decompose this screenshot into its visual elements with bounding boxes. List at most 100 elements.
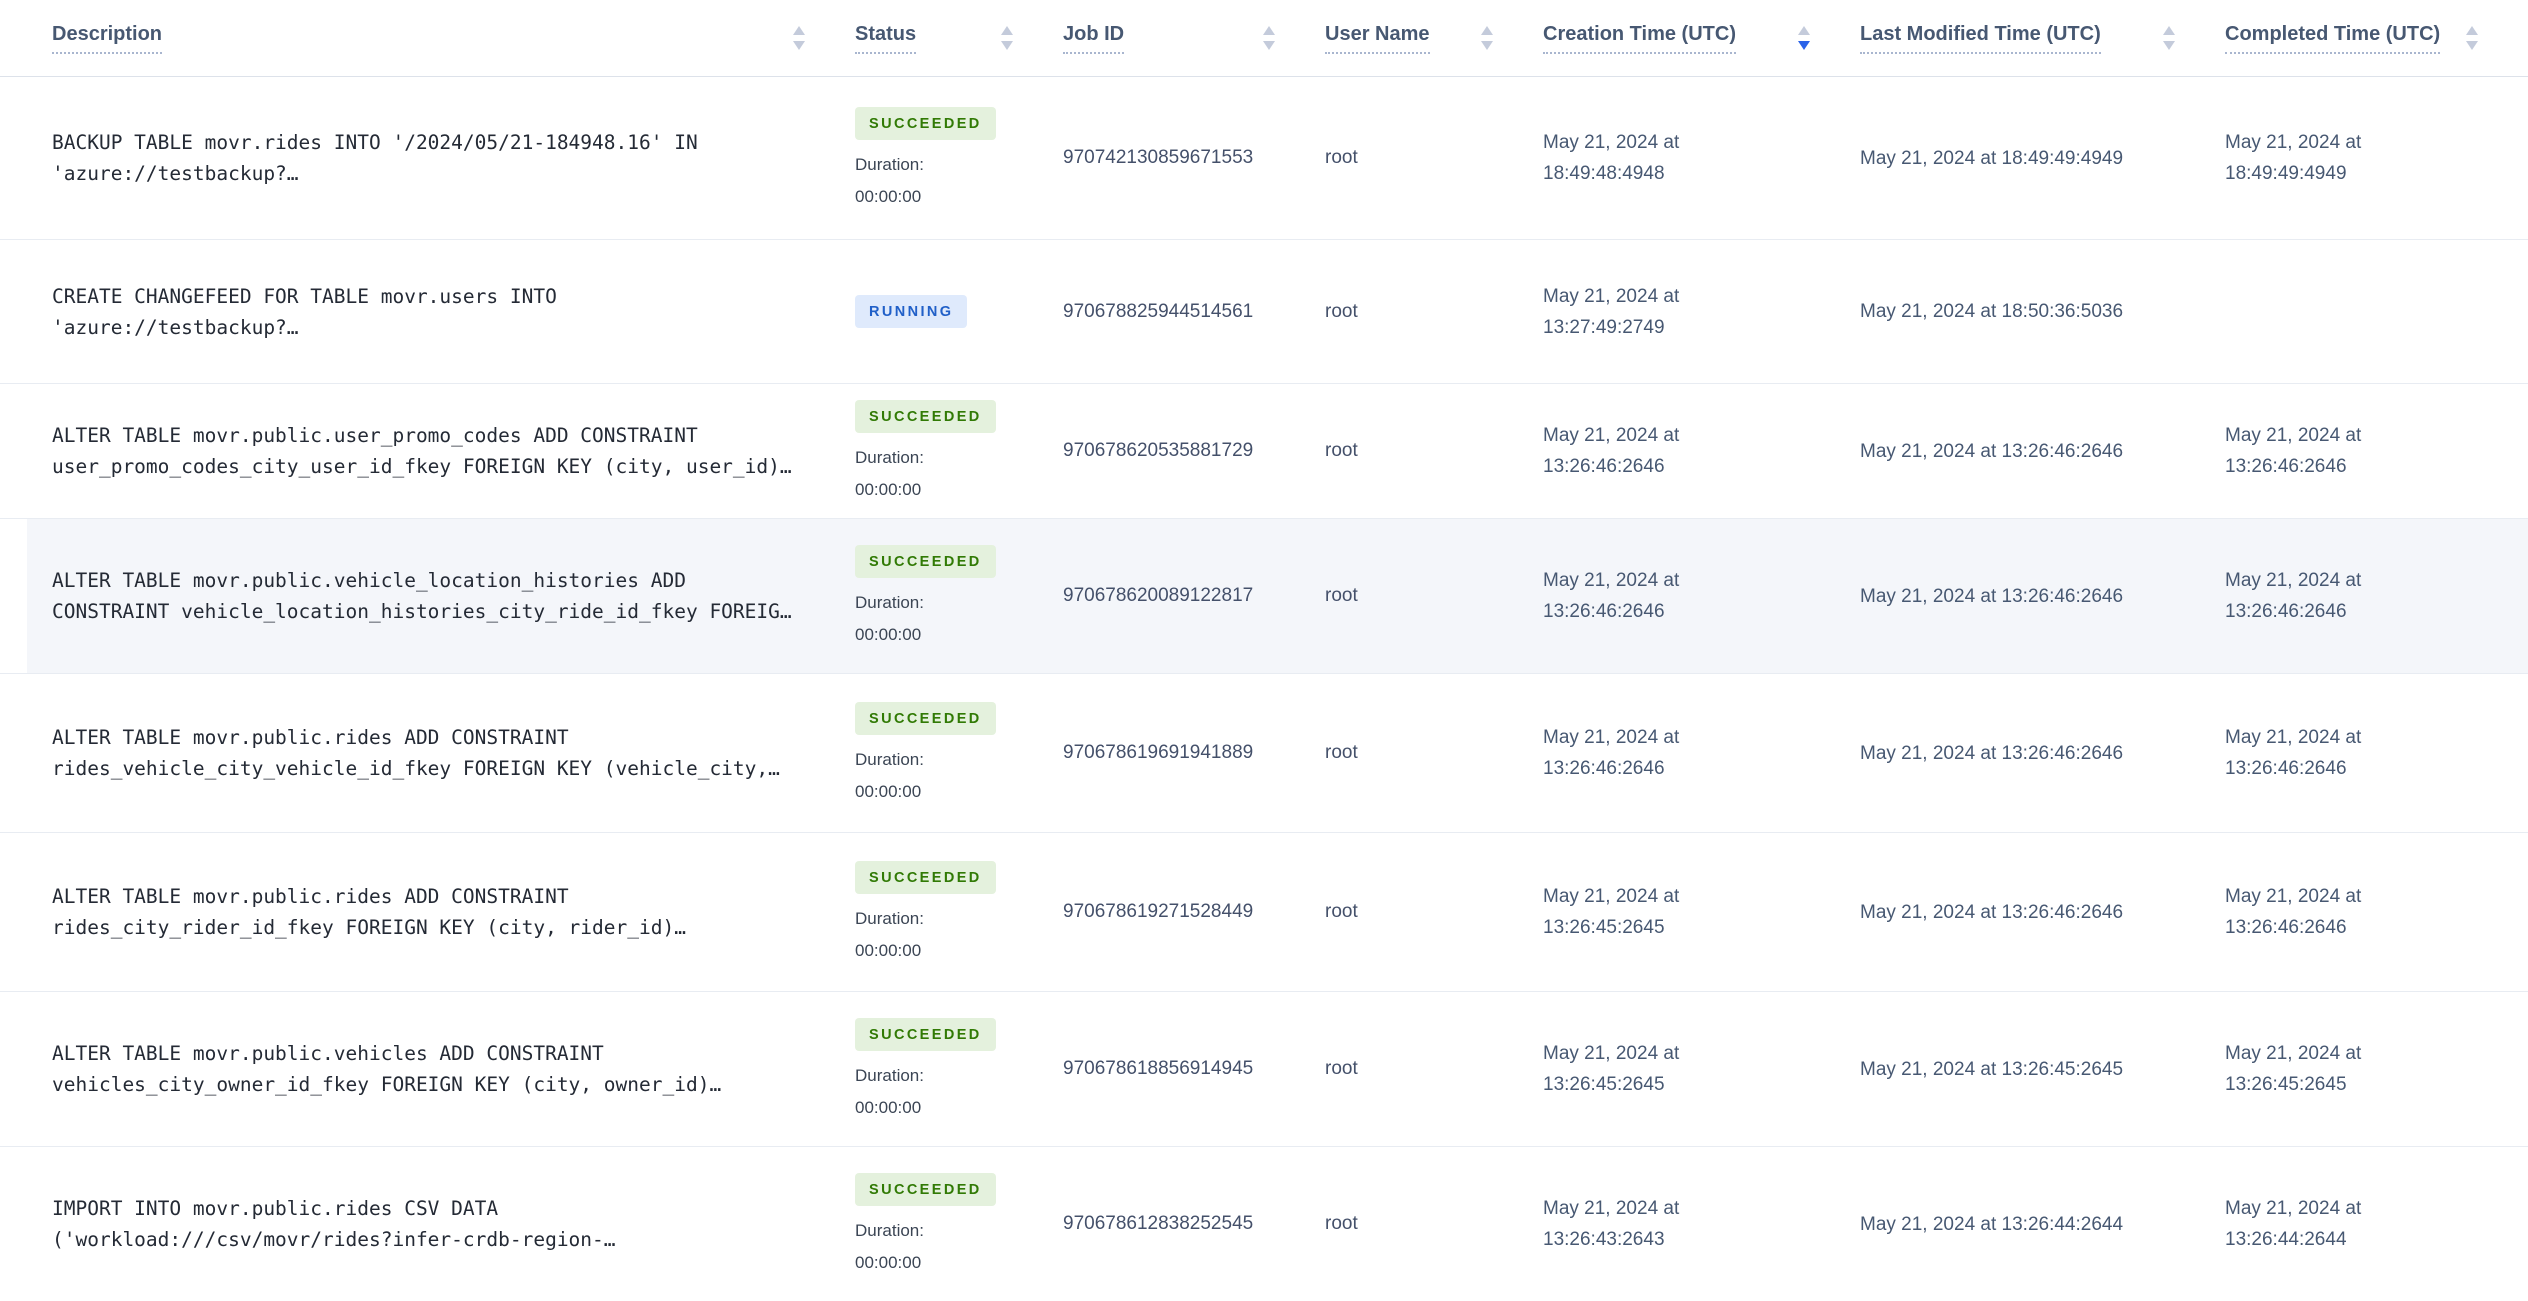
user-name-cell: root [1325, 1213, 1543, 1235]
column-header[interactable]: User Name [1325, 23, 1543, 54]
sort-arrows-icon[interactable] [2464, 24, 2480, 52]
completed-time-value: May 21, 2024 at 13:26:46:2646 [2225, 425, 2362, 477]
last-modified-time-value: May 21, 2024 at 18:49:49:4949 [1860, 147, 2124, 169]
creation-time-value: May 21, 2024 at 13:26:46:2646 [1543, 425, 1680, 477]
jobs-table: Description Status Job ID User Name Crea… [0, 0, 2528, 1301]
sort-arrows-icon[interactable] [1261, 24, 1277, 52]
duration-value: 00:00:00 [855, 782, 922, 802]
sort-arrows-icon[interactable] [999, 24, 1015, 52]
last-modified-time-cell: May 21, 2024 at 13:26:46:2646 [1860, 897, 2225, 928]
user-name-cell: root [1325, 742, 1543, 764]
job-id-value: 970678825944514561 [1063, 300, 1254, 322]
column-header-label: Description [52, 23, 163, 54]
job-description-text: CREATE CHANGEFEED FOR TABLE movr.users I… [52, 284, 557, 339]
job-description-text: IMPORT INTO movr.public.rides CSV DATA (… [52, 1197, 616, 1251]
job-id-cell: 970678619691941889 [1063, 742, 1325, 764]
table-row: IMPORT INTO movr.public.rides CSV DATA (… [0, 1147, 2528, 1301]
creation-time-value: May 21, 2024 at 13:26:46:2646 [1543, 570, 1680, 622]
job-description-link[interactable]: ALTER TABLE movr.public.vehicles ADD CON… [0, 1038, 855, 1100]
column-header[interactable]: Last Modified Time (UTC) [1860, 23, 2225, 54]
creation-time-cell: May 21, 2024 at 13:26:46:2646 [1543, 565, 1860, 627]
completed-time-cell: May 21, 2024 at 13:26:45:2645 [2225, 1038, 2528, 1100]
column-header[interactable]: Status [855, 23, 1063, 54]
job-description-link[interactable]: BACKUP TABLE movr.rides INTO '/2024/05/2… [0, 127, 855, 189]
user-name-cell: root [1325, 301, 1543, 323]
last-modified-time-cell: May 21, 2024 at 13:26:46:2646 [1860, 436, 2225, 467]
column-header[interactable]: Creation Time (UTC) [1543, 23, 1860, 54]
column-header-label: Last Modified Time (UTC) [1860, 23, 2101, 54]
job-description-link[interactable]: ALTER TABLE movr.public.vehicle_location… [0, 565, 855, 627]
user-name-cell: root [1325, 440, 1543, 462]
user-name-value: root [1325, 440, 1358, 461]
completed-time-cell: May 21, 2024 at 13:26:46:2646 [2225, 881, 2528, 943]
last-modified-time-value: May 21, 2024 at 18:50:36:5036 [1860, 301, 2124, 322]
column-header-label: Status [855, 23, 917, 54]
job-id-cell: 970678620535881729 [1063, 440, 1325, 462]
completed-time-value: May 21, 2024 at 13:26:45:2645 [2225, 1043, 2362, 1095]
duration-value: 00:00:00 [855, 1253, 922, 1273]
job-description-link[interactable]: ALTER TABLE movr.public.rides ADD CONSTR… [0, 881, 855, 943]
job-id-value: 970742130859671553 [1063, 147, 1254, 168]
table-row: ALTER TABLE movr.public.vehicles ADD CON… [0, 992, 2528, 1147]
duration-label: Duration: [855, 909, 924, 929]
job-id-value: 970678618856914945 [1063, 1058, 1254, 1079]
status-badge: SUCCEEDED [855, 701, 996, 736]
status-cell: SUCCEEDED Duration: 00:00:00 [855, 860, 1063, 963]
user-name-cell: root [1325, 585, 1543, 607]
table-row: BACKUP TABLE movr.rides INTO '/2024/05/2… [0, 77, 2528, 240]
job-description-link[interactable]: ALTER TABLE movr.public.user_promo_codes… [0, 420, 855, 482]
duration-label: Duration: [855, 593, 924, 613]
sort-arrows-icon[interactable] [1479, 24, 1495, 52]
creation-time-cell: May 21, 2024 at 13:26:45:2645 [1543, 1038, 1860, 1100]
job-description-link[interactable]: IMPORT INTO movr.public.rides CSV DATA (… [0, 1193, 855, 1255]
job-description-text: ALTER TABLE movr.public.vehicles ADD CON… [52, 1042, 722, 1096]
last-modified-time-cell: May 21, 2024 at 13:26:44:2644 [1860, 1209, 2225, 1240]
job-id-value: 970678620089122817 [1063, 585, 1254, 606]
status-cell: SUCCEEDED Duration: 00:00:00 [855, 544, 1063, 647]
duration-value: 00:00:00 [855, 480, 922, 500]
creation-time-cell: May 21, 2024 at 13:26:45:2645 [1543, 881, 1860, 943]
completed-time-cell: May 21, 2024 at 13:26:46:2646 [2225, 565, 2528, 627]
sort-arrows-icon[interactable] [791, 24, 807, 52]
table-row: ALTER TABLE movr.public.rides ADD CONSTR… [0, 674, 2528, 833]
creation-time-value: May 21, 2024 at 18:49:48:4948 [1543, 132, 1680, 184]
completed-time-cell: May 21, 2024 at 13:26:46:2646 [2225, 420, 2528, 482]
creation-time-cell: May 21, 2024 at 13:26:46:2646 [1543, 420, 1860, 482]
job-description-text: ALTER TABLE movr.public.rides ADD CONSTR… [52, 885, 686, 939]
job-description-link[interactable]: ALTER TABLE movr.public.rides ADD CONSTR… [0, 722, 855, 784]
duration-label: Duration: [855, 1066, 924, 1086]
column-header-label: Job ID [1063, 23, 1125, 54]
creation-time-value: May 21, 2024 at 13:26:45:2645 [1543, 1043, 1680, 1095]
creation-time-cell: May 21, 2024 at 18:49:48:4948 [1543, 127, 1860, 189]
job-id-value: 970678619691941889 [1063, 742, 1254, 763]
job-id-cell: 970678612838252545 [1063, 1213, 1325, 1235]
completed-time-value: May 21, 2024 at 13:26:46:2646 [2225, 570, 2362, 622]
duration-value: 00:00:00 [855, 1098, 922, 1118]
column-header[interactable]: Completed Time (UTC) [2225, 23, 2528, 54]
job-description-text: ALTER TABLE movr.public.vehicle_location… [52, 569, 792, 623]
job-id-cell: 970678825944514561 [1063, 301, 1325, 323]
completed-time-value: May 21, 2024 at 18:49:49:4949 [2225, 132, 2362, 184]
completed-time-value: May 21, 2024 at 13:26:44:2644 [2225, 1198, 2362, 1250]
table-row: ALTER TABLE movr.public.rides ADD CONSTR… [0, 833, 2528, 992]
duration-block: Duration: 00:00:00 [855, 152, 1063, 209]
user-name-value: root [1325, 1213, 1358, 1234]
job-id-cell: 970678619271528449 [1063, 901, 1325, 923]
sort-arrows-icon[interactable] [2161, 24, 2177, 52]
last-modified-time-cell: May 21, 2024 at 13:26:46:2646 [1860, 581, 2225, 612]
status-badge: SUCCEEDED [855, 544, 996, 579]
job-description-text: BACKUP TABLE movr.rides INTO '/2024/05/2… [52, 131, 698, 185]
status-badge: SUCCEEDED [855, 860, 996, 895]
creation-time-cell: May 21, 2024 at 13:26:43:2643 [1543, 1193, 1860, 1255]
sort-arrows-icon[interactable] [1796, 24, 1812, 52]
job-description-link[interactable]: CREATE CHANGEFEED FOR TABLE movr.users I… [0, 281, 855, 343]
completed-time-cell: May 21, 2024 at 13:26:44:2644 [2225, 1193, 2528, 1255]
status-badge: SUCCEEDED [855, 399, 996, 434]
last-modified-time-cell: May 21, 2024 at 13:26:46:2646 [1860, 738, 2225, 769]
column-header[interactable]: Description [0, 23, 855, 54]
table-row: ALTER TABLE movr.public.user_promo_codes… [0, 384, 2528, 519]
duration-label: Duration: [855, 155, 924, 175]
status-cell: SUCCEEDED Duration: 00:00:00 [855, 1017, 1063, 1120]
column-header[interactable]: Job ID [1063, 23, 1325, 54]
last-modified-time-cell: May 21, 2024 at 18:50:36:5036 [1860, 296, 2225, 327]
